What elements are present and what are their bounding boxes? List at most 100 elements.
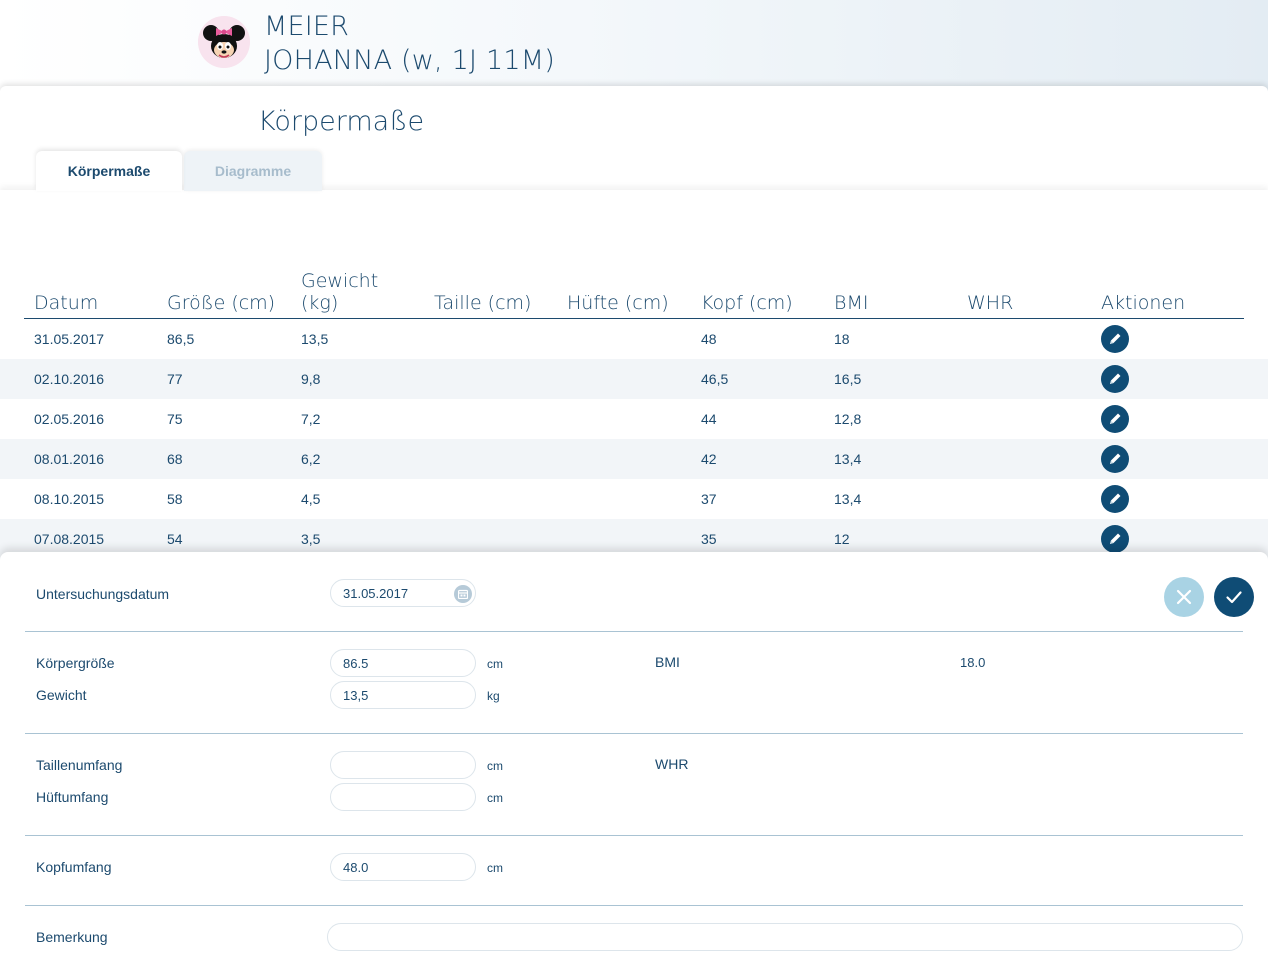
table-row: 08.10.2015 58 4,5 37 13,4 <box>24 479 1244 519</box>
cell-bmi: 18 <box>834 331 850 347</box>
cell-huefte <box>557 359 691 399</box>
cell-taille <box>424 439 557 479</box>
cell-gewicht: 9,8 <box>291 359 424 399</box>
cell-huefte <box>557 399 691 439</box>
cell-groesse: 75 <box>167 411 183 427</box>
cell-taille <box>424 319 557 360</box>
gewicht-unit: kg <box>487 689 500 703</box>
calendar-icon <box>458 589 468 599</box>
bemerkung-field[interactable] <box>327 923 1243 951</box>
cell-groesse: 58 <box>167 491 183 507</box>
cell-gewicht: 4,5 <box>301 491 321 507</box>
bmi-value: 18.0 <box>960 655 986 670</box>
minnie-mouse-avatar-icon <box>198 16 250 68</box>
cell-huefte <box>557 439 691 479</box>
cell-kopf: 37 <box>701 491 717 507</box>
edit-button[interactable] <box>1101 485 1129 513</box>
column-header-datum[interactable]: Datum <box>24 270 157 319</box>
gewicht-label: Gewicht <box>36 687 87 703</box>
edit-button[interactable] <box>1101 325 1129 353</box>
cell-datum: 31.05.2017 <box>34 331 105 347</box>
table-row: 02.05.2016 75 7,2 44 12,8 <box>24 399 1244 439</box>
edit-button[interactable] <box>1101 405 1129 433</box>
page-title: Körpermaße <box>258 106 425 137</box>
table-row: 31.05.2017 86,5 13,5 48 18 <box>24 319 1244 360</box>
edit-button[interactable] <box>1101 525 1129 553</box>
column-header-bmi[interactable]: BMI <box>824 270 957 319</box>
cell-datum: 08.01.2016 <box>24 439 157 479</box>
patient-first-name-info: JOHANNA (w, 1J 11M) <box>264 45 555 76</box>
confirm-button[interactable] <box>1214 577 1254 617</box>
cell-gewicht: 7,2 <box>301 411 321 427</box>
pencil-icon <box>1110 493 1121 504</box>
kopfumfang-field[interactable] <box>330 853 476 881</box>
taillenumfang-field[interactable] <box>330 751 476 779</box>
pencil-icon <box>1110 533 1121 544</box>
cell-taille <box>424 359 557 399</box>
cell-bmi: 12,8 <box>834 411 862 427</box>
cell-aktionen <box>1091 479 1244 519</box>
pencil-icon <box>1110 413 1121 424</box>
cell-gewicht: 13,5 <box>301 331 329 347</box>
table-row: 08.01.2016 68 6,2 42 13,4 <box>24 439 1244 479</box>
column-header-huefte[interactable]: Hüfte (cm) <box>557 270 691 319</box>
edit-button[interactable] <box>1101 445 1129 473</box>
cancel-button[interactable] <box>1164 577 1204 617</box>
cell-huefte <box>557 319 691 360</box>
cell-aktionen <box>1091 399 1244 439</box>
cell-datum: 08.10.2015 <box>34 491 105 507</box>
hueftumfang-label: Hüftumfang <box>36 789 109 805</box>
close-icon <box>1176 589 1192 605</box>
gewicht-field[interactable] <box>330 681 476 709</box>
measurements-table: Datum Größe (cm) Gewicht (kg) Taille (cm… <box>24 270 1244 559</box>
form-divider <box>25 905 1243 906</box>
cell-groesse: 77 <box>157 359 291 399</box>
column-header-gewicht[interactable]: Gewicht (kg) <box>291 270 424 319</box>
cell-aktionen <box>1091 319 1244 360</box>
edit-button[interactable] <box>1101 365 1129 393</box>
cell-bmi: 13,4 <box>824 439 957 479</box>
cell-kopf: 44 <box>701 411 717 427</box>
cell-datum: 02.05.2016 <box>34 411 105 427</box>
patient-last-name: MEIER <box>264 11 350 42</box>
cell-kopf: 48 <box>701 331 717 347</box>
kopfumfang-unit: cm <box>487 861 503 875</box>
koerpergroesse-unit: cm <box>487 657 503 671</box>
cell-aktionen <box>1091 439 1244 479</box>
cell-aktionen <box>1091 359 1244 399</box>
column-header-kopf[interactable]: Kopf (cm) <box>691 270 824 319</box>
cell-whr <box>957 319 1091 360</box>
patient-header <box>0 0 1268 92</box>
kopfumfang-label: Kopfumfang <box>36 859 112 875</box>
cell-whr <box>957 439 1091 479</box>
column-header-taille[interactable]: Taille (cm) <box>424 270 557 319</box>
pencil-icon <box>1110 453 1121 464</box>
table-row: 02.10.2016 77 9,8 46,5 16,5 <box>24 359 1244 399</box>
hueftumfang-field[interactable] <box>330 783 476 811</box>
cell-gewicht: 6,2 <box>291 439 424 479</box>
table-header-row: Datum Größe (cm) Gewicht (kg) Taille (cm… <box>24 270 1244 319</box>
edit-form-panel <box>0 552 1268 956</box>
cell-bmi: 13,4 <box>834 491 862 507</box>
column-header-whr[interactable]: WHR <box>957 270 1091 319</box>
cell-kopf: 42 <box>691 439 824 479</box>
cell-huefte <box>557 479 691 519</box>
taillenumfang-unit: cm <box>487 759 503 773</box>
column-header-groesse[interactable]: Größe (cm) <box>157 270 291 319</box>
cell-bmi: 16,5 <box>824 359 957 399</box>
cell-whr <box>957 479 1091 519</box>
bemerkung-label: Bemerkung <box>36 929 108 945</box>
column-header-aktionen: Aktionen <box>1091 270 1244 319</box>
cell-taille <box>424 399 557 439</box>
cell-whr <box>957 399 1091 439</box>
calendar-button[interactable] <box>454 585 472 603</box>
cell-whr <box>957 359 1091 399</box>
checkmark-icon <box>1226 591 1242 604</box>
koerpergroesse-label: Körpergröße <box>36 655 115 671</box>
tab-koerpermasse[interactable]: Körpermaße <box>36 151 182 191</box>
tab-diagramme[interactable]: Diagramme <box>184 151 322 191</box>
koerpergroesse-field[interactable] <box>330 649 476 677</box>
patient-avatar <box>198 16 250 68</box>
patient-name: MEIER JOHANNA (w, 1J 11M) <box>264 10 555 78</box>
cell-kopf: 46,5 <box>691 359 824 399</box>
